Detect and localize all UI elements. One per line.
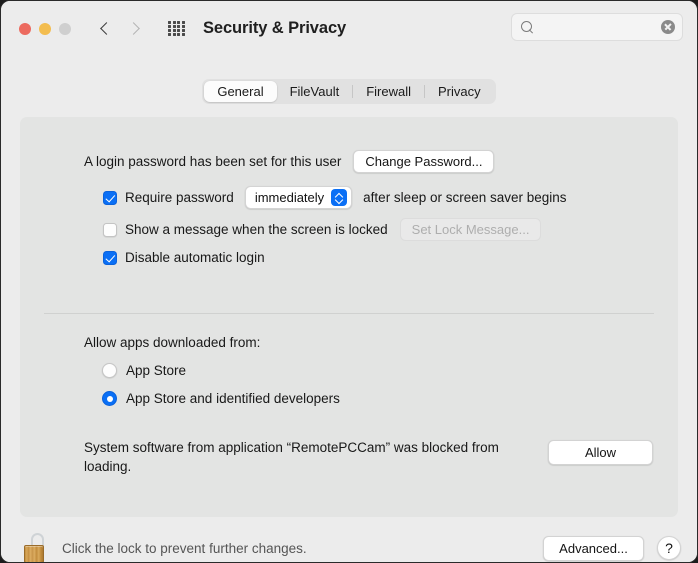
- change-password-button[interactable]: Change Password...: [353, 150, 494, 173]
- tab-bar-container: General FileVault Firewall Privacy: [1, 56, 697, 106]
- back-button[interactable]: [99, 18, 113, 40]
- search-input[interactable]: [539, 20, 661, 34]
- help-button[interactable]: ?: [657, 536, 681, 560]
- require-password-suffix-label: after sleep or screen saver begins: [363, 190, 566, 205]
- maximize-window-button[interactable]: [59, 23, 71, 35]
- app-store-label: App Store: [126, 363, 186, 378]
- tab-filevault[interactable]: FileVault: [277, 81, 353, 102]
- allow-button[interactable]: Allow: [548, 440, 653, 465]
- padlock-body: [24, 545, 44, 563]
- app-store-radio[interactable]: [102, 363, 117, 378]
- allow-apps-option-identified-developers[interactable]: App Store and identified developers: [102, 391, 340, 406]
- tab-firewall[interactable]: Firewall: [353, 81, 424, 102]
- show-all-grid-icon[interactable]: [168, 21, 185, 36]
- chevron-right-icon: [127, 22, 140, 35]
- general-panel: A login password has been set for this u…: [20, 117, 678, 517]
- footer-actions: Advanced... ?: [543, 536, 681, 561]
- blocked-software-section: System software from application “Remote…: [84, 439, 653, 476]
- close-window-button[interactable]: [19, 23, 31, 35]
- clear-search-icon[interactable]: [661, 20, 675, 34]
- lock-hint-label: Click the lock to prevent further change…: [62, 541, 307, 556]
- unlocked-padlock-icon[interactable]: [23, 533, 49, 563]
- titlebar: Security & Privacy: [1, 1, 697, 56]
- security-privacy-window: Security & Privacy General FileVault Fir…: [0, 0, 698, 563]
- set-lock-message-button[interactable]: Set Lock Message...: [400, 218, 542, 241]
- advanced-button[interactable]: Advanced...: [543, 536, 644, 561]
- tab-bar: General FileVault Firewall Privacy: [202, 79, 495, 104]
- footer-bar: Click the lock to prevent further change…: [1, 517, 697, 563]
- forward-button[interactable]: [126, 18, 140, 40]
- app-store-and-identified-developers-label: App Store and identified developers: [126, 391, 340, 406]
- allow-apps-section: Allow apps downloaded from: App Store Ap…: [20, 117, 340, 406]
- allow-apps-title: Allow apps downloaded from:: [84, 335, 340, 350]
- traffic-lights: [19, 23, 71, 35]
- blocked-software-message: System software from application “Remote…: [84, 439, 499, 476]
- tab-privacy[interactable]: Privacy: [425, 81, 494, 102]
- tab-general[interactable]: General: [204, 81, 276, 102]
- search-field[interactable]: [511, 13, 683, 41]
- window-title: Security & Privacy: [203, 19, 346, 38]
- chevron-left-icon: [100, 22, 113, 35]
- search-icon: [521, 21, 534, 34]
- app-store-and-identified-developers-radio[interactable]: [102, 391, 117, 406]
- allow-apps-option-app-store[interactable]: App Store: [102, 363, 340, 378]
- content-area: A login password has been set for this u…: [1, 106, 697, 517]
- minimize-window-button[interactable]: [39, 23, 51, 35]
- navigation-buttons: [99, 18, 140, 40]
